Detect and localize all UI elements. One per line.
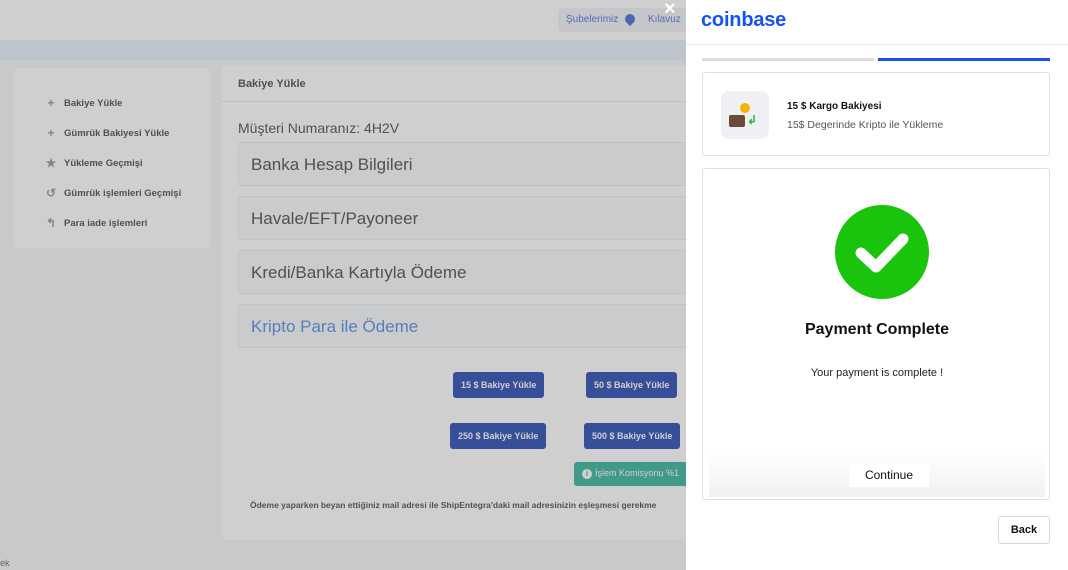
coin-icon	[740, 103, 750, 113]
product-title: 15 $ Kargo Bakiyesi	[787, 101, 882, 112]
progress-step-1	[702, 58, 874, 61]
back-button[interactable]: Back	[998, 516, 1050, 544]
payment-status-card: Payment Complete Your payment is complet…	[702, 168, 1050, 500]
wallet-icon	[729, 115, 745, 127]
product-card: ↲ 15 $ Kargo Bakiyesi 15$ Degerinde Krip…	[702, 72, 1050, 156]
status-message: Your payment is complete !	[810, 367, 944, 379]
progress-step-2	[878, 58, 1050, 61]
continue-area: Continue	[709, 451, 1045, 497]
modal-overlay[interactable]	[0, 0, 686, 570]
status-title: Payment Complete	[804, 321, 950, 338]
continue-button[interactable]: Continue	[849, 463, 929, 487]
close-icon[interactable]: ×	[664, 0, 676, 21]
coinbase-logo: coinbase	[701, 9, 787, 31]
product-subtitle: 15$ Degerinde Kripto ile Yükleme	[787, 119, 944, 131]
check-circle-icon	[835, 205, 929, 299]
coinbase-panel: coinbase ↲ 15 $ Kargo Bakiyesi 15$ Deger…	[686, 0, 1068, 570]
arrow-icon: ↲	[747, 113, 758, 127]
header-divider	[686, 44, 1068, 45]
wallet-deposit-icon: ↲	[721, 91, 769, 139]
